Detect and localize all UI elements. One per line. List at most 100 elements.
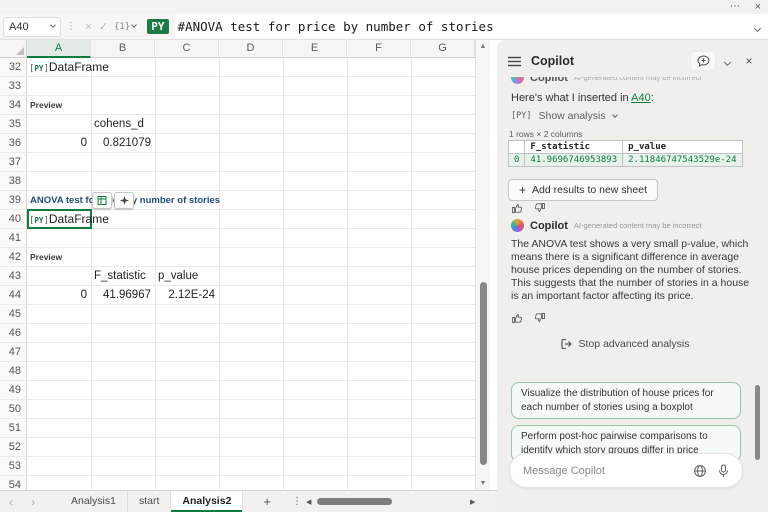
insert-data-icon xyxy=(97,195,108,206)
window-close-icon[interactable]: × xyxy=(755,0,761,14)
collapse-panel-icon[interactable] xyxy=(716,54,738,68)
spreadsheet-grid: ABCDEFG323334353637383940414243444546474… xyxy=(0,40,475,490)
row-header-32[interactable]: 32 xyxy=(0,58,27,77)
chat-plus-icon xyxy=(697,55,710,67)
sheet-tab-analysis2[interactable]: Analysis2 xyxy=(171,491,243,512)
thumbs-up-icon[interactable] xyxy=(511,202,523,214)
python-object-dropdown-icon[interactable]: {1} xyxy=(114,22,130,32)
more-options-icon[interactable]: ⋯ xyxy=(730,0,740,14)
row-header-49[interactable]: 49 xyxy=(0,381,27,400)
gridline xyxy=(283,58,284,490)
row-header-51[interactable]: 51 xyxy=(0,419,27,438)
name-box[interactable]: A40 xyxy=(3,17,61,37)
suggestion-chip[interactable]: Visualize the distribution of house pric… xyxy=(511,382,741,419)
grid-cell-b43[interactable]: F_statistic xyxy=(94,267,146,286)
show-analysis-toggle[interactable]: [PY] Show analysis xyxy=(511,110,617,122)
python-object-chevron-icon xyxy=(131,22,137,28)
column-header-g[interactable]: G xyxy=(411,40,475,58)
hscroll-left-icon[interactable]: ◀ xyxy=(306,498,311,506)
row-header-38[interactable]: 38 xyxy=(0,172,27,191)
table-data-cell: 2.11846747543529e-24 xyxy=(623,154,742,167)
web-search-icon[interactable] xyxy=(693,464,707,478)
scroll-up-icon[interactable]: ▲ xyxy=(476,43,490,50)
row-header-47[interactable]: 47 xyxy=(0,343,27,362)
row-header-46[interactable]: 46 xyxy=(0,324,27,343)
hscroll-thumb[interactable] xyxy=(317,498,392,505)
grid-cell-b36[interactable]: 0.821079 xyxy=(91,134,155,153)
grid-cell-a40[interactable]: [PY]DataFrame xyxy=(29,210,109,229)
add-sheet-button[interactable]: + xyxy=(263,494,271,509)
grid-cell-a44[interactable]: 0 xyxy=(27,286,91,305)
gridline xyxy=(0,361,475,362)
gridline xyxy=(0,399,475,400)
grid-cell-c43[interactable]: p_value xyxy=(158,267,198,286)
py-output-icon: [PY] xyxy=(29,216,49,226)
table-header-cell: F_statistic xyxy=(525,141,623,154)
enter-icon[interactable]: ✓ xyxy=(96,20,111,33)
cancel-icon[interactable]: × xyxy=(81,21,96,33)
grid-cell-b35[interactable]: cohens_d xyxy=(94,115,144,134)
thumbs-up-icon[interactable] xyxy=(511,312,523,324)
row-header-40[interactable]: 40 xyxy=(0,210,27,229)
formula-bar-expand[interactable] xyxy=(746,14,768,39)
prev-sheet-icon[interactable]: ‹ xyxy=(0,495,22,509)
grid-cell-a34[interactable]: Preview xyxy=(30,96,62,115)
name-box-chevron-icon xyxy=(50,22,56,28)
row-header-45[interactable]: 45 xyxy=(0,305,27,324)
row-header-37[interactable]: 37 xyxy=(0,153,27,172)
column-header-c[interactable]: C xyxy=(155,40,219,58)
grid-cell-b44[interactable]: 41.96967 xyxy=(91,286,155,305)
add-results-button[interactable]: + Add results to new sheet xyxy=(508,179,658,201)
column-header-f[interactable]: F xyxy=(347,40,411,58)
row-header-34[interactable]: 34 xyxy=(0,96,27,115)
sheet-tab-start[interactable]: start xyxy=(128,491,171,512)
formula-input[interactable]: #ANOVA test for price by number of stori… xyxy=(175,14,746,39)
row-header-42[interactable]: 42 xyxy=(0,248,27,267)
next-sheet-icon[interactable]: › xyxy=(22,495,44,509)
cell-reference-link[interactable]: A40 xyxy=(631,92,651,104)
grid-cell-a36[interactable]: 0 xyxy=(27,134,91,153)
row-header-54[interactable]: 54 xyxy=(0,476,27,490)
row-header-53[interactable]: 53 xyxy=(0,457,27,476)
column-header-a[interactable]: A xyxy=(27,40,91,58)
show-analysis-chevron-icon xyxy=(612,112,618,118)
row-header-39[interactable]: 39 xyxy=(0,191,27,210)
gridline xyxy=(0,323,475,324)
column-header-b[interactable]: B xyxy=(91,40,155,58)
row-header-44[interactable]: 44 xyxy=(0,286,27,305)
mic-icon[interactable] xyxy=(718,464,729,478)
row-header-41[interactable]: 41 xyxy=(0,229,27,248)
hscroll-right-icon[interactable]: ▶ xyxy=(470,498,475,506)
gridline xyxy=(0,266,475,267)
row-header-33[interactable]: 33 xyxy=(0,77,27,96)
gridline xyxy=(91,58,92,490)
sheet-tab-analysis1[interactable]: Analysis1 xyxy=(60,491,128,512)
copilot-close-icon[interactable]: × xyxy=(738,54,760,68)
grid-vscroll-thumb[interactable] xyxy=(480,282,487,465)
thumbs-down-icon[interactable] xyxy=(534,312,546,324)
select-all-corner[interactable] xyxy=(0,40,27,58)
insert-data-button[interactable] xyxy=(92,192,112,209)
cell-text: DataFrame xyxy=(49,212,109,226)
grid-vertical-scrollbar[interactable]: ▲ ▼ xyxy=(475,40,490,490)
stop-analysis-button[interactable]: Stop advanced analysis xyxy=(497,338,752,350)
copilot-scrollbar-thumb[interactable] xyxy=(755,385,760,460)
row-header-43[interactable]: 43 xyxy=(0,267,27,286)
sheet-options-icon[interactable]: ⋮ xyxy=(292,496,302,507)
row-header-50[interactable]: 50 xyxy=(0,400,27,419)
column-header-d[interactable]: D xyxy=(219,40,283,58)
new-chat-button[interactable] xyxy=(690,51,716,71)
row-header-52[interactable]: 52 xyxy=(0,438,27,457)
row-header-36[interactable]: 36 xyxy=(0,134,27,153)
analyze-button[interactable] xyxy=(114,192,134,209)
menu-icon[interactable] xyxy=(508,56,521,67)
message-input[interactable]: Message Copilot xyxy=(509,453,743,488)
row-header-35[interactable]: 35 xyxy=(0,115,27,134)
grid-cell-a42[interactable]: Preview xyxy=(30,248,62,267)
column-header-e[interactable]: E xyxy=(283,40,347,58)
scroll-down-icon[interactable]: ▼ xyxy=(476,480,490,487)
grid-cell-c44[interactable]: 2.12E-24 xyxy=(155,286,219,305)
row-header-48[interactable]: 48 xyxy=(0,362,27,381)
thumbs-down-icon[interactable] xyxy=(534,202,546,214)
grid-cell-a32[interactable]: [PY]DataFrame xyxy=(29,58,109,77)
